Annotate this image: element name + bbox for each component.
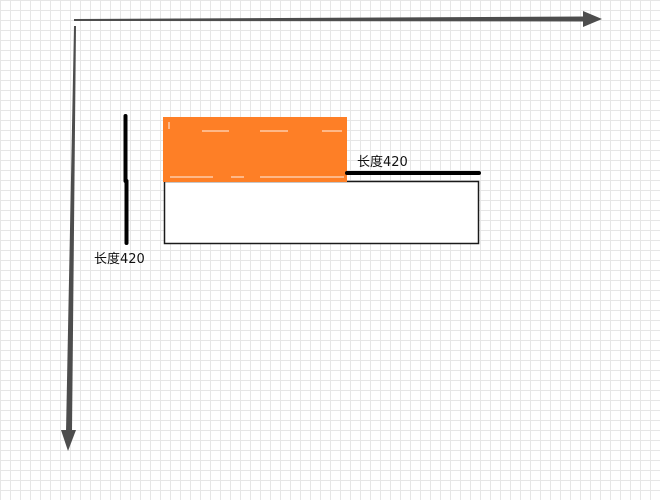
- horizontal-axis-head: [583, 11, 602, 27]
- vertical-axis-shaft: [66, 26, 76, 432]
- diagram-canvas: 长度420 长度420: [0, 0, 660, 500]
- diagram-svg: 长度420 长度420: [61, 11, 602, 451]
- vertical-length-bar: [123, 114, 129, 245]
- vertical-axis-head: [61, 430, 76, 451]
- horizontal-axis-shaft: [74, 16, 584, 22]
- horizontal-axis-arrow: [74, 11, 602, 27]
- outline-rectangle: [163, 180, 480, 245]
- vertical-axis-arrow: [61, 26, 76, 451]
- vertical-length-label: 长度420: [94, 251, 145, 267]
- orange-rectangle: [163, 117, 347, 182]
- horizontal-length-label: 长度420: [357, 154, 408, 170]
